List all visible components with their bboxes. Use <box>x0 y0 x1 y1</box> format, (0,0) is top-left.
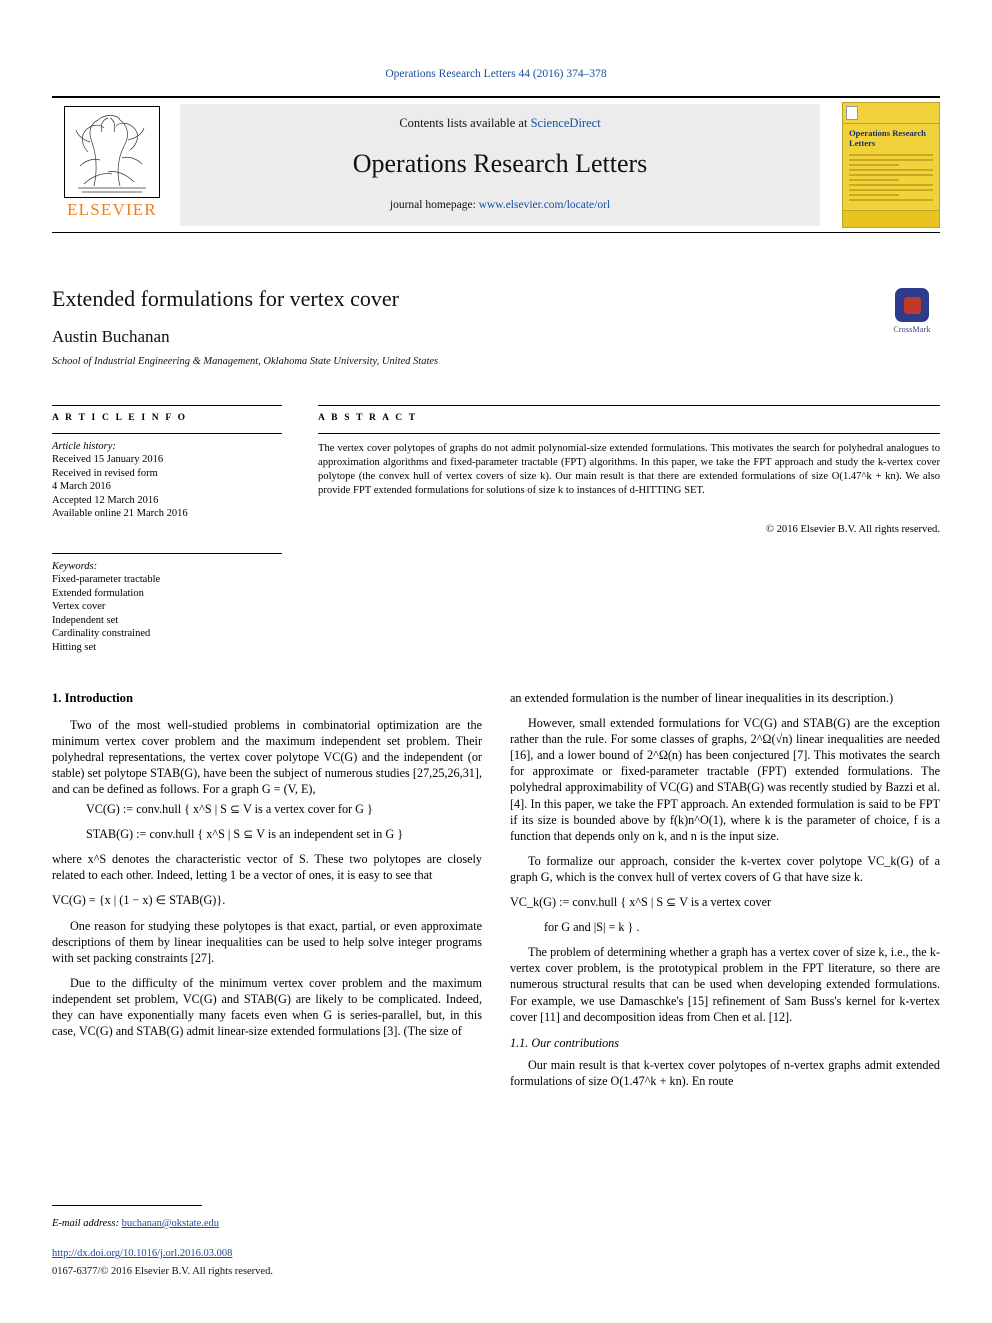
crossmark-label: CrossMark <box>893 325 931 334</box>
running-head: Operations Research Letters 44 (2016) 37… <box>385 68 607 80</box>
elsevier-tree-icon <box>64 106 160 198</box>
abstract-rule-bottom <box>318 433 940 434</box>
footnote-rule <box>52 1205 202 1206</box>
body-column-right: an extended formulation is the number of… <box>510 690 940 1089</box>
journal-homepage-link[interactable]: www.elsevier.com/locate/orl <box>479 199 610 211</box>
equation: VC(G) = {x | (1 − x) ∈ STAB(G)}. <box>52 893 226 908</box>
body-column-left: 1. Introduction Two of the most well-stu… <box>52 690 482 1039</box>
history-line: 4 March 2016 <box>52 481 111 493</box>
keyword-item: Extended formulation <box>52 587 144 599</box>
masthead-center: Contents lists available at ScienceDirec… <box>180 104 820 226</box>
elsevier-wordmark: ELSEVIER <box>67 200 157 219</box>
equation: VC_k(G) := conv.hull { x^S | S ⊆ V is a … <box>510 895 772 910</box>
abstract-copyright: © 2016 Elsevier B.V. All rights reserved… <box>765 524 940 535</box>
keyword-item: Fixed-parameter tractable <box>52 574 161 586</box>
keyword-item: Vertex cover <box>52 601 106 613</box>
history-line: Available online 21 March 2016 <box>52 508 188 520</box>
email-label: E-mail address: <box>52 1218 122 1229</box>
paragraph: Our main result is that k-vertex cover p… <box>510 1057 940 1088</box>
cover-text-lines <box>843 151 939 210</box>
section-heading-introduction: 1. Introduction <box>52 691 133 705</box>
paragraph: Two of the most well-studied problems in… <box>52 717 482 796</box>
abstract-text: The vertex cover polytopes of graphs do … <box>318 443 940 497</box>
email-link[interactable]: buchanan@okstate.edu <box>122 1218 219 1229</box>
page-title: Extended formulations for vertex cover <box>52 286 399 311</box>
info-rule-top <box>52 405 282 406</box>
crossmark-icon <box>895 288 929 322</box>
sciencedirect-link[interactable]: ScienceDirect <box>531 116 601 130</box>
paragraph: The problem of determining whether a gra… <box>510 945 940 1024</box>
paragraph: To formalize our approach, consider the … <box>510 853 940 884</box>
history-line: Received in revised form <box>52 467 158 479</box>
paragraph: an extended formulation is the number of… <box>510 691 894 705</box>
keyword-item: Cardinality constrained <box>52 628 151 640</box>
paragraph: One reason for studying these polytopes … <box>52 918 482 965</box>
keywords-block: Keywords: Fixed-parameter tractable Exte… <box>52 560 292 654</box>
cover-title: Operations Research Letters <box>849 128 926 148</box>
journal-title: Operations Research Letters <box>352 149 648 178</box>
homepage-line: journal homepage: www.elsevier.com/locat… <box>390 199 610 211</box>
history-line: Received 15 January 2016 <box>52 454 164 466</box>
keyword-item: Independent set <box>52 614 119 626</box>
page: Operations Research Letters 44 (2016) 37… <box>0 0 992 1323</box>
footnote-email: E-mail address: buchanan@okstate.edu <box>52 1216 482 1231</box>
history-line: Accepted 12 March 2016 <box>52 494 159 506</box>
keywords-title: Keywords: <box>52 561 98 572</box>
author-affiliation: School of Industrial Engineering & Manag… <box>52 356 439 367</box>
cover-header <box>843 103 939 124</box>
info-rule-bottom <box>52 433 282 434</box>
abstract-rule-top <box>318 405 940 406</box>
equation: STAB(G) := conv.hull { x^S | S ⊆ V is an… <box>86 827 404 842</box>
cover-footer <box>843 210 939 227</box>
publisher-logo: ELSEVIER <box>52 102 172 228</box>
issn-copyright: 0167-6377/© 2016 Elsevier B.V. All right… <box>52 1266 273 1277</box>
keyword-item: Hitting set <box>52 641 97 653</box>
journal-masthead: ELSEVIER Contents lists available at Sci… <box>52 96 940 233</box>
contents-line: Contents lists available at ScienceDirec… <box>399 116 600 131</box>
equation: for G and |S| = k } . <box>544 920 640 935</box>
article-history: Article history: Received 15 January 201… <box>52 440 292 521</box>
author-name: Austin Buchanan <box>52 327 170 346</box>
abstract-heading: A B S T R A C T <box>318 413 418 423</box>
keywords-rule <box>52 553 282 554</box>
paragraph: However, small extended formulations for… <box>510 716 940 843</box>
journal-cover-thumbnail: Operations Research Letters <box>842 102 940 228</box>
crossmark-badge[interactable]: CrossMark <box>884 288 940 344</box>
subsection-heading-contributions: 1.1. Our contributions <box>510 1035 620 1050</box>
paragraph: where x^S denotes the characteristic vec… <box>52 852 482 883</box>
contents-prefix: Contents lists available at <box>399 116 531 130</box>
doi-link[interactable]: http://dx.doi.org/10.1016/j.orl.2016.03.… <box>52 1248 232 1259</box>
paragraph: Due to the difficulty of the minimum ver… <box>52 975 482 1039</box>
history-title: Article history: <box>52 441 116 452</box>
article-info-heading: A R T I C L E I N F O <box>52 413 188 423</box>
equation: VC(G) := conv.hull { x^S | S ⊆ V is a ve… <box>86 802 373 817</box>
homepage-prefix: journal homepage: <box>389 199 479 211</box>
cover-logo-mark <box>846 106 858 120</box>
